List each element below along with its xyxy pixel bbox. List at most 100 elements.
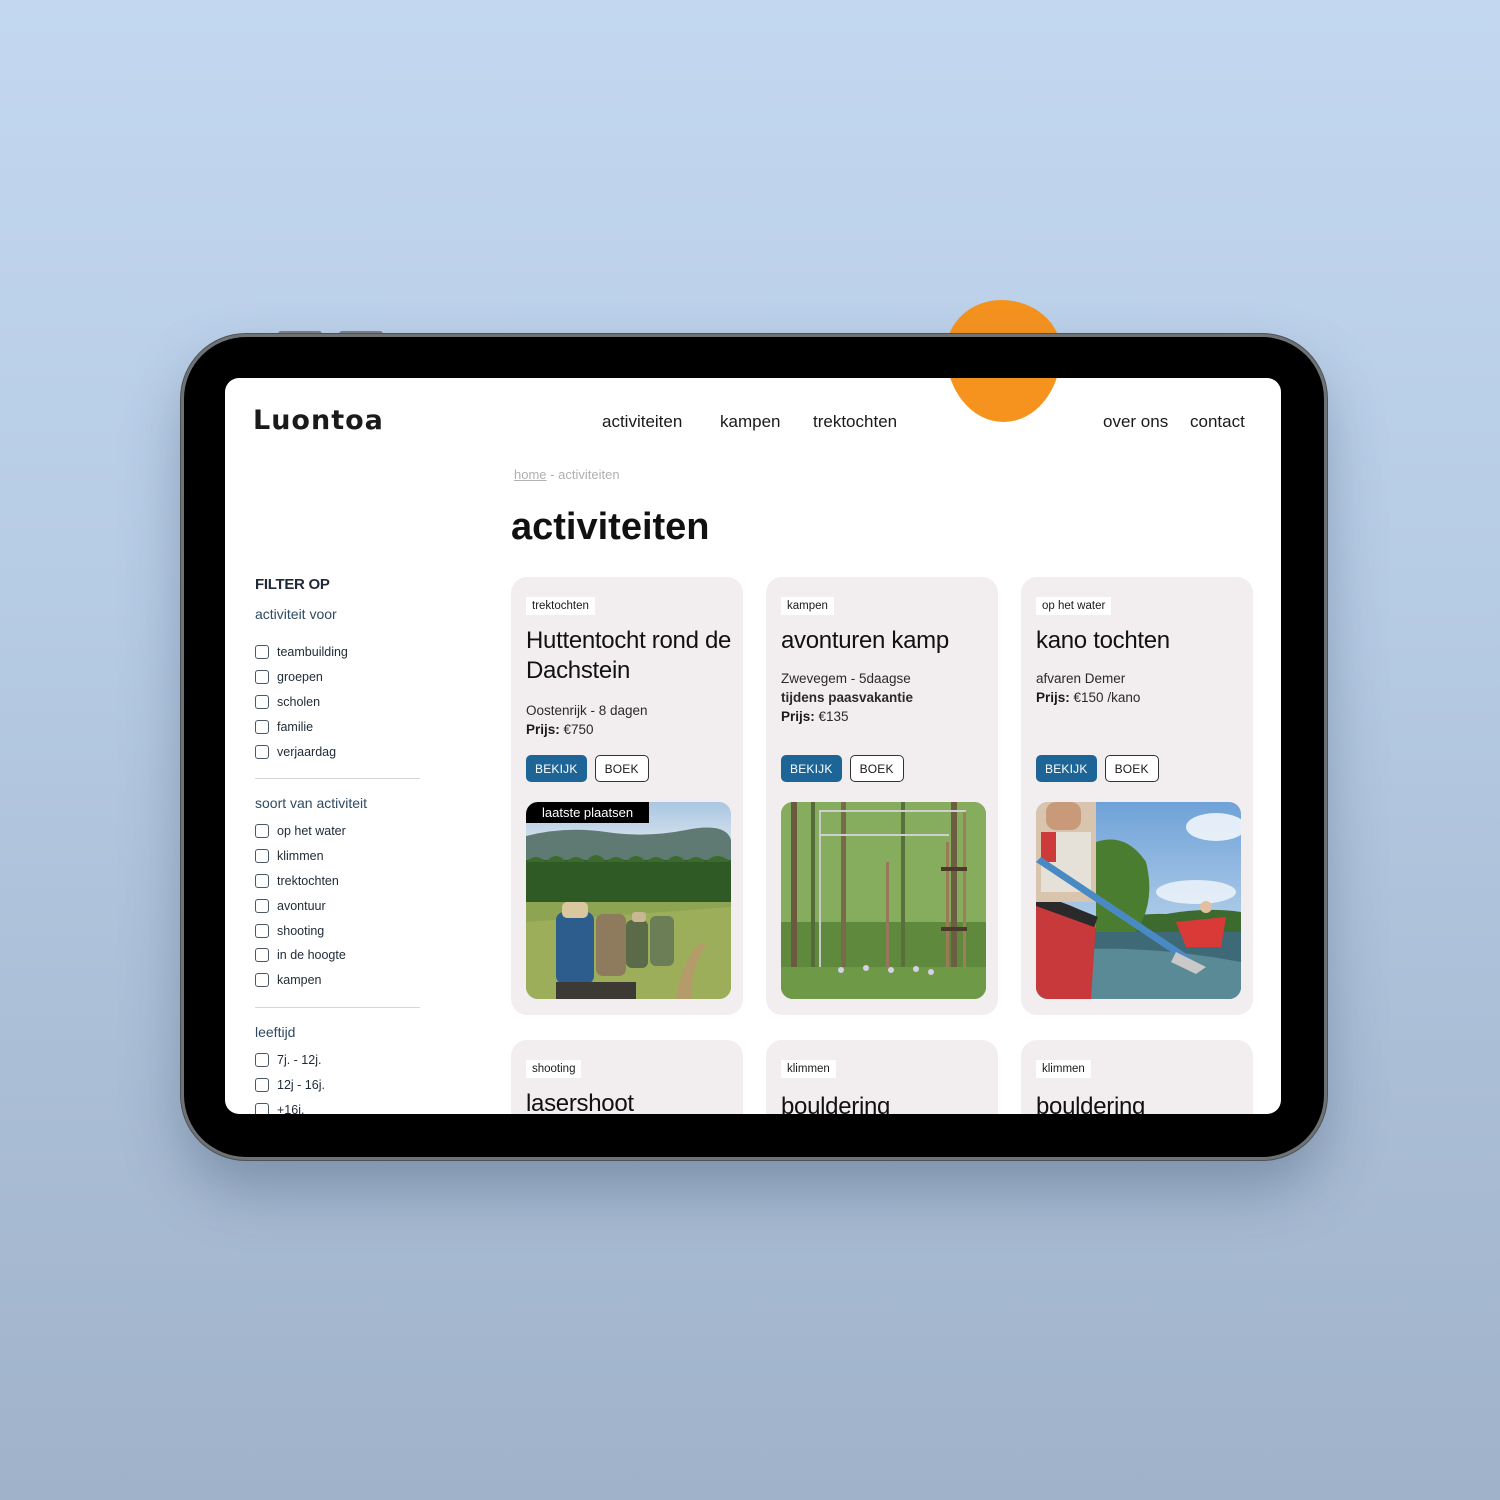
book-button[interactable]: BOEK: [1104, 755, 1159, 782]
breadcrumb-current: activiteiten: [558, 467, 620, 482]
card-location: afvaren Demer: [1036, 671, 1126, 686]
filter-option-label: op het water: [277, 824, 346, 839]
filter-option-label: familie: [277, 719, 314, 734]
card-title[interactable]: avonturen kamp: [781, 626, 991, 656]
filter-group-title: activiteit voor: [255, 606, 337, 622]
nav-link[interactable]: kampen: [720, 412, 780, 431]
activity-card[interactable]: op het water kano tochten afvaren Demer …: [1021, 577, 1253, 1015]
filter-sidebar: FILTER OP activiteit voor teambuilding gr…: [255, 576, 420, 1114]
filter-divider: [255, 777, 420, 779]
card-period: tijdens paasvakantie: [781, 690, 914, 705]
book-button[interactable]: BOEK: [594, 755, 649, 782]
card-price: Prijs: €150 /kano: [1036, 688, 1140, 707]
activity-card[interactable]: klimmen bouldering: [766, 1040, 998, 1114]
filter-option-label: 12j - 16j.: [277, 1077, 325, 1092]
activity-card[interactable]: kampen avonturen kamp Zwevegem - 5daagse…: [766, 577, 998, 1015]
filter-option-label: in de hoogte: [277, 948, 346, 963]
card-title[interactable]: bouldering: [781, 1092, 991, 1114]
price-value: €150 /kano: [1073, 690, 1141, 705]
filter-option-label: scholen: [277, 694, 321, 709]
filter-option-label: trektochten: [277, 873, 339, 888]
nav-link[interactable]: contact: [1190, 412, 1245, 431]
last-spots-badge: laatste plaatsen: [526, 802, 650, 823]
filter-option[interactable]: scholen: [255, 690, 420, 715]
breadcrumb-home-link[interactable]: home: [514, 467, 547, 482]
filter-option[interactable]: op het water: [255, 819, 420, 844]
card-title[interactable]: Huttentocht rond de Dachstein: [526, 626, 736, 686]
filter-checkbox[interactable]: [255, 923, 269, 938]
filter-checkbox[interactable]: [255, 973, 269, 988]
filter-option-label: avontuur: [277, 898, 326, 913]
filter-option[interactable]: trektochten: [255, 869, 420, 894]
filter-checkbox[interactable]: [255, 694, 269, 709]
card-category-tag: trektochten: [526, 597, 595, 615]
card-title[interactable]: kano tochten: [1036, 626, 1246, 656]
hikers-photo[interactable]: laatste plaatsen: [526, 802, 731, 999]
filter-option[interactable]: avontuur: [255, 893, 420, 918]
card-category-tag: klimmen: [781, 1060, 836, 1078]
filter-option[interactable]: 12j - 16j.: [255, 1072, 420, 1097]
card-details: Zwevegem - 5daagse tijdens paasvakantie …: [781, 669, 913, 726]
card-details: Oostenrijk - 8 dagen Prijs: €750: [526, 701, 648, 739]
filter-option[interactable]: verjaardag: [255, 739, 420, 764]
filter-checkbox[interactable]: [255, 1102, 269, 1114]
filter-checkbox[interactable]: [255, 849, 269, 864]
nav-item-kampen[interactable]: kampen: [720, 412, 780, 432]
filter-title: FILTER OP: [255, 576, 330, 593]
nav-item-over-ons[interactable]: over ons: [1103, 412, 1168, 432]
filter-checkbox[interactable]: [255, 719, 269, 734]
site-logo[interactable]: Luontoa: [253, 405, 384, 436]
view-button[interactable]: BEKIJK: [781, 755, 842, 782]
view-button[interactable]: BEKIJK: [526, 755, 587, 782]
filter-group-title: leeftijd: [255, 1023, 296, 1040]
activity-card[interactable]: klimmen bouldering: [1021, 1040, 1253, 1114]
activity-card[interactable]: shooting lasershoot: [511, 1040, 743, 1114]
filter-option[interactable]: shooting: [255, 918, 420, 943]
filter-option[interactable]: teambuilding: [255, 640, 420, 665]
card-category-tag: kampen: [781, 597, 834, 615]
price-label: Prijs:: [781, 709, 815, 724]
filter-option[interactable]: in de hoogte: [255, 943, 420, 968]
card-title[interactable]: bouldering: [1036, 1092, 1246, 1114]
price-label: Prijs:: [1036, 690, 1070, 705]
filter-option-label: kampen: [277, 973, 322, 988]
nav-link[interactable]: over ons: [1103, 412, 1168, 431]
ropes-course-image: [781, 802, 986, 999]
nav-item-activiteiten[interactable]: activiteiten: [602, 412, 682, 432]
filter-option-label: 7j. - 12j.: [277, 1052, 322, 1067]
filter-checkbox[interactable]: [255, 1077, 269, 1092]
nav-item-trektochten[interactable]: trektochten: [813, 412, 897, 432]
website-screen: Luontoa activiteiten kampen trektochten …: [225, 378, 1281, 1114]
price-value: €750: [563, 722, 594, 737]
filter-option[interactable]: 7j. - 12j.: [255, 1048, 420, 1073]
nav-item-contact[interactable]: contact: [1190, 412, 1245, 432]
ropes-course-photo[interactable]: [781, 802, 986, 999]
nav-link[interactable]: activiteiten: [602, 412, 682, 431]
card-details: afvaren Demer Prijs: €150 /kano: [1036, 669, 1140, 707]
filter-checkbox[interactable]: [255, 948, 269, 963]
canoe-photo[interactable]: [1036, 802, 1241, 999]
filter-checkbox[interactable]: [255, 744, 269, 759]
view-button[interactable]: BEKIJK: [1036, 755, 1097, 782]
filter-checkbox[interactable]: [255, 645, 269, 660]
hikers-image: [526, 802, 731, 999]
card-price: Prijs: €750: [526, 720, 648, 739]
card-location: Oostenrijk - 8 dagen: [526, 703, 648, 718]
filter-checkbox[interactable]: [255, 898, 269, 913]
filter-option[interactable]: klimmen: [255, 844, 420, 869]
filter-option-label: verjaardag: [277, 744, 337, 759]
filter-option[interactable]: +16j.: [255, 1097, 420, 1114]
nav-link[interactable]: trektochten: [813, 412, 897, 431]
orange-blob-decoration-inner: [946, 378, 1061, 422]
card-title[interactable]: lasershoot: [526, 1089, 736, 1114]
book-button[interactable]: BOEK: [849, 755, 904, 782]
filter-option[interactable]: groepen: [255, 665, 420, 690]
filter-option[interactable]: familie: [255, 714, 420, 739]
filter-checkbox[interactable]: [255, 670, 269, 685]
filter-checkbox[interactable]: [255, 873, 269, 888]
filter-checkbox[interactable]: [255, 824, 269, 839]
filter-checkbox[interactable]: [255, 1052, 269, 1067]
card-category-tag: klimmen: [1036, 1060, 1091, 1078]
filter-option[interactable]: kampen: [255, 968, 420, 993]
activity-card[interactable]: trektochten Huttentocht rond de Dachstei…: [511, 577, 743, 1015]
